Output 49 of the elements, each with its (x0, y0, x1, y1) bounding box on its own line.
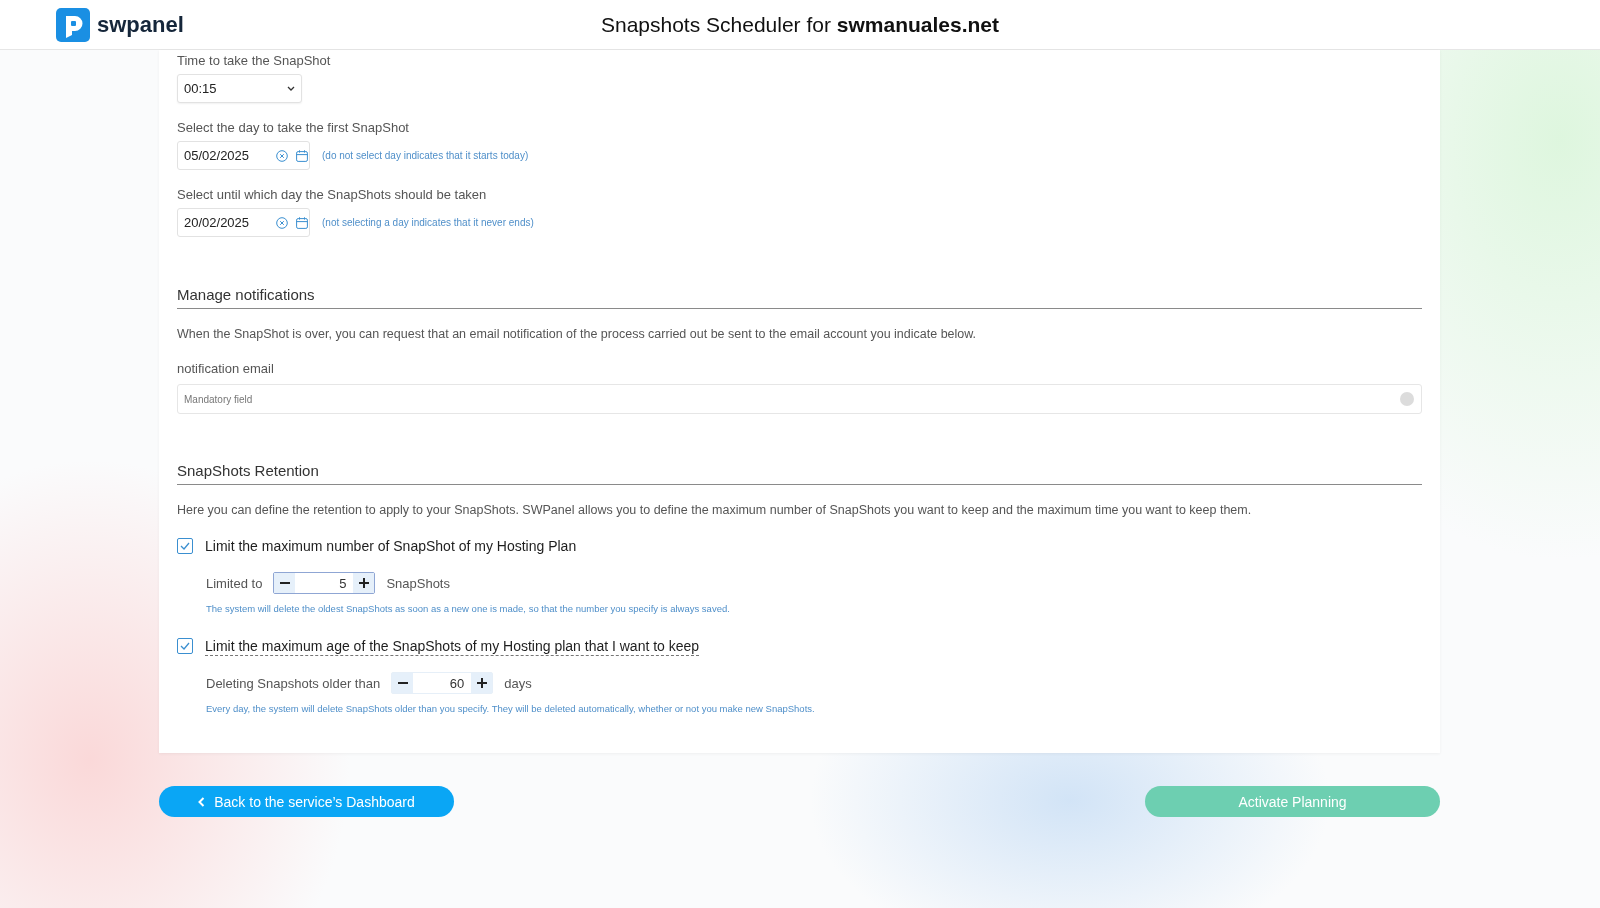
section-description: When the SnapShot is over, you can request that an email notification of the process carried out be sent to the email account you indicate below. (177, 326, 978, 343)
checkbox-label[interactable]: Limit the maximum age of the SnapShots of my Hosting plan that I want to keep (205, 636, 700, 656)
clear-icon[interactable] (276, 216, 288, 229)
unit-label: SnapShots (386, 575, 450, 591)
circle-icon (1400, 392, 1414, 406)
number-stepper[interactable]: 60 (391, 672, 494, 694)
field-label: Time to take the SnapShot (177, 52, 332, 70)
field-label: Select the day to take the first SnapShot (177, 119, 410, 137)
time-select[interactable]: 00:15 (177, 74, 302, 103)
section-description: Here you can define the retention to apply to your SnapShots. SWPanel allows you to define the maximum number of SnapShots you want to keep and the maximum time you want to keep them. (177, 502, 1253, 519)
unit-label: days (504, 675, 532, 691)
field-hint: (do not select day indicates that it starts today) (322, 150, 529, 161)
section-heading: SnapShots Retention (177, 461, 1422, 485)
chevron-down-icon (287, 86, 295, 91)
date-field[interactable]: 20/02/2025 (177, 208, 310, 237)
date-input[interactable]: 05/02/2025 (184, 148, 268, 163)
check-icon (180, 642, 190, 650)
decrement-button[interactable] (274, 573, 296, 593)
checkbox-label[interactable]: Limit the maximum number of SnapShot of my Hosting Plan (205, 537, 577, 555)
number-stepper[interactable]: 5 (273, 572, 376, 594)
limit-label: Limited to (206, 575, 263, 591)
logo-text: swpanel (97, 11, 184, 38)
check-icon (180, 542, 190, 550)
field-label: Select until which day the SnapShots should be taken (177, 186, 488, 204)
logo-icon (56, 7, 90, 42)
increment-button[interactable] (471, 673, 493, 693)
date-input[interactable]: 20/02/2025 (184, 215, 268, 230)
plus-icon (358, 578, 369, 588)
option-hint: Every day, the system will delete SnapShots older than you specify. They will be deleted automatically, whether or not you make new SnapShots. (205, 702, 816, 716)
email-field[interactable]: Mandatory field (177, 384, 1422, 414)
section-heading: Manage notifications (177, 285, 1422, 309)
minus-icon (397, 682, 408, 684)
calendar-icon[interactable] (296, 216, 308, 229)
date-field[interactable]: 05/02/2025 (177, 141, 310, 170)
plus-icon (476, 678, 487, 688)
calendar-icon[interactable] (296, 149, 308, 162)
field-hint: (not selecting a day indicates that it never ends) (322, 217, 534, 228)
clear-icon[interactable] (276, 149, 288, 162)
limit-label: Deleting Snapshots older than (206, 675, 381, 691)
chevron-left-icon (198, 796, 206, 807)
checkbox[interactable] (177, 638, 193, 654)
minus-icon (279, 582, 290, 584)
page-title: Snapshots Scheduler for swmanuales.net (600, 12, 999, 37)
decrement-button[interactable] (392, 673, 414, 693)
field-label: notification email (177, 360, 275, 378)
increment-button[interactable] (353, 573, 375, 593)
option-hint: The system will delete the oldest SnapShots as soon as a new one is made, so that the number you specify is always saved. (205, 602, 731, 616)
checkbox[interactable] (177, 538, 193, 554)
email-input[interactable]: Mandatory field (184, 393, 1400, 405)
